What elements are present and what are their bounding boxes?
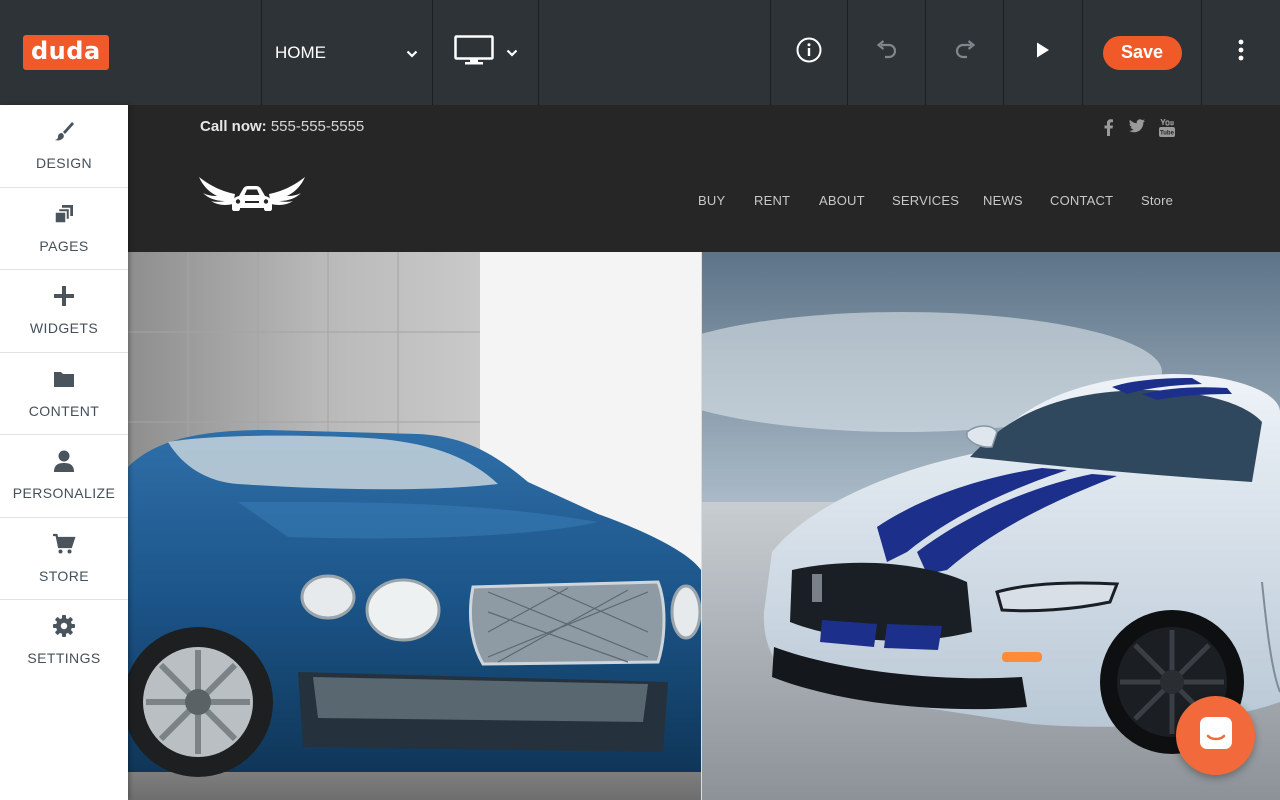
page-select[interactable]: HOME [261,0,432,105]
facebook-icon[interactable] [1104,119,1113,141]
sidebar-item-widgets[interactable]: WIDGETS [0,270,128,353]
info-icon [795,36,823,69]
site-nav: BUY RENT ABOUT SERVICES NEWS CONTACT Sto… [128,193,1280,209]
sidebar-item-label: CONTENT [28,402,100,419]
nav-link-services[interactable]: SERVICES [892,193,959,208]
nav-link-news[interactable]: NEWS [983,193,1023,208]
sidebar-item-settings[interactable]: SETTINGS [0,600,128,683]
sidebar-item-label: STORE [39,567,89,584]
cart-icon [52,531,76,557]
sidebar-item-label: SETTINGS [27,650,101,666]
nav-link-contact[interactable]: CONTACT [1050,193,1113,208]
editor-sidebar: DESIGN PAGES WIDGETS CONTENT PERSONALIZE… [0,105,128,800]
toolbar-spacer [538,0,770,105]
pages-icon [53,201,75,227]
desktop-icon [453,35,494,70]
plus-icon [53,283,75,309]
save-area: Save [1082,0,1201,105]
youtube-icon[interactable]: Tube [1159,118,1175,142]
editor-toolbar: duda HOME Save [0,0,1280,105]
nav-link-store[interactable]: Store [1141,193,1173,208]
undo-icon [875,40,899,65]
preview-button[interactable] [1003,0,1081,105]
nav-link-about[interactable]: ABOUT [819,193,865,208]
sidebar-item-label: PAGES [39,237,89,254]
sidebar-item-label: PERSONALIZE [12,485,116,501]
chat-launcher-button[interactable] [1176,696,1255,775]
site-header[interactable]: Call now: 555-555-5555 Tube BUY RENT ABO… [128,105,1280,252]
logo-area: duda [0,0,261,105]
sidebar-item-label: DESIGN [35,155,93,171]
sidebar-item-personalize[interactable]: PERSONALIZE [0,435,128,518]
info-button[interactable] [770,0,847,105]
editor-canvas[interactable]: Call now: 555-555-5555 Tube BUY RENT ABO… [128,105,1280,800]
chevron-down-icon [406,43,418,63]
chat-icon [1198,715,1234,756]
kebab-menu-icon [1238,39,1244,66]
gear-icon [52,613,76,639]
duda-logo[interactable]: duda [23,35,109,70]
redo-icon [953,40,977,65]
more-options-button[interactable] [1201,0,1280,105]
call-now-number: 555-555-5555 [270,118,365,135]
nav-link-rent[interactable]: RENT [754,193,790,208]
play-icon [1035,41,1051,64]
save-button[interactable]: Save [1102,35,1182,70]
nav-link-buy[interactable]: BUY [698,193,725,208]
svg-text:Tube: Tube [1160,131,1175,137]
chevron-down-icon [506,44,518,62]
sidebar-item-design[interactable]: DESIGN [0,105,128,188]
call-now: Call now: 555-555-5555 [200,118,364,135]
page-select-value: HOME [275,42,326,62]
device-select[interactable] [432,0,538,105]
user-icon [53,448,75,474]
call-now-label: Call now: [200,118,267,135]
sidebar-item-content[interactable]: CONTENT [0,353,128,435]
hero-section[interactable] [128,252,1280,800]
twitter-icon[interactable] [1129,119,1145,138]
sidebar-item-label: WIDGETS [29,320,99,336]
redo-button[interactable] [925,0,1003,105]
sidebar-item-pages[interactable]: PAGES [0,188,128,270]
blue-luxury-car-image [128,252,701,800]
brush-icon [52,118,76,144]
undo-button[interactable] [847,0,925,105]
folder-icon [53,366,75,392]
sidebar-item-store[interactable]: STORE [0,518,128,600]
